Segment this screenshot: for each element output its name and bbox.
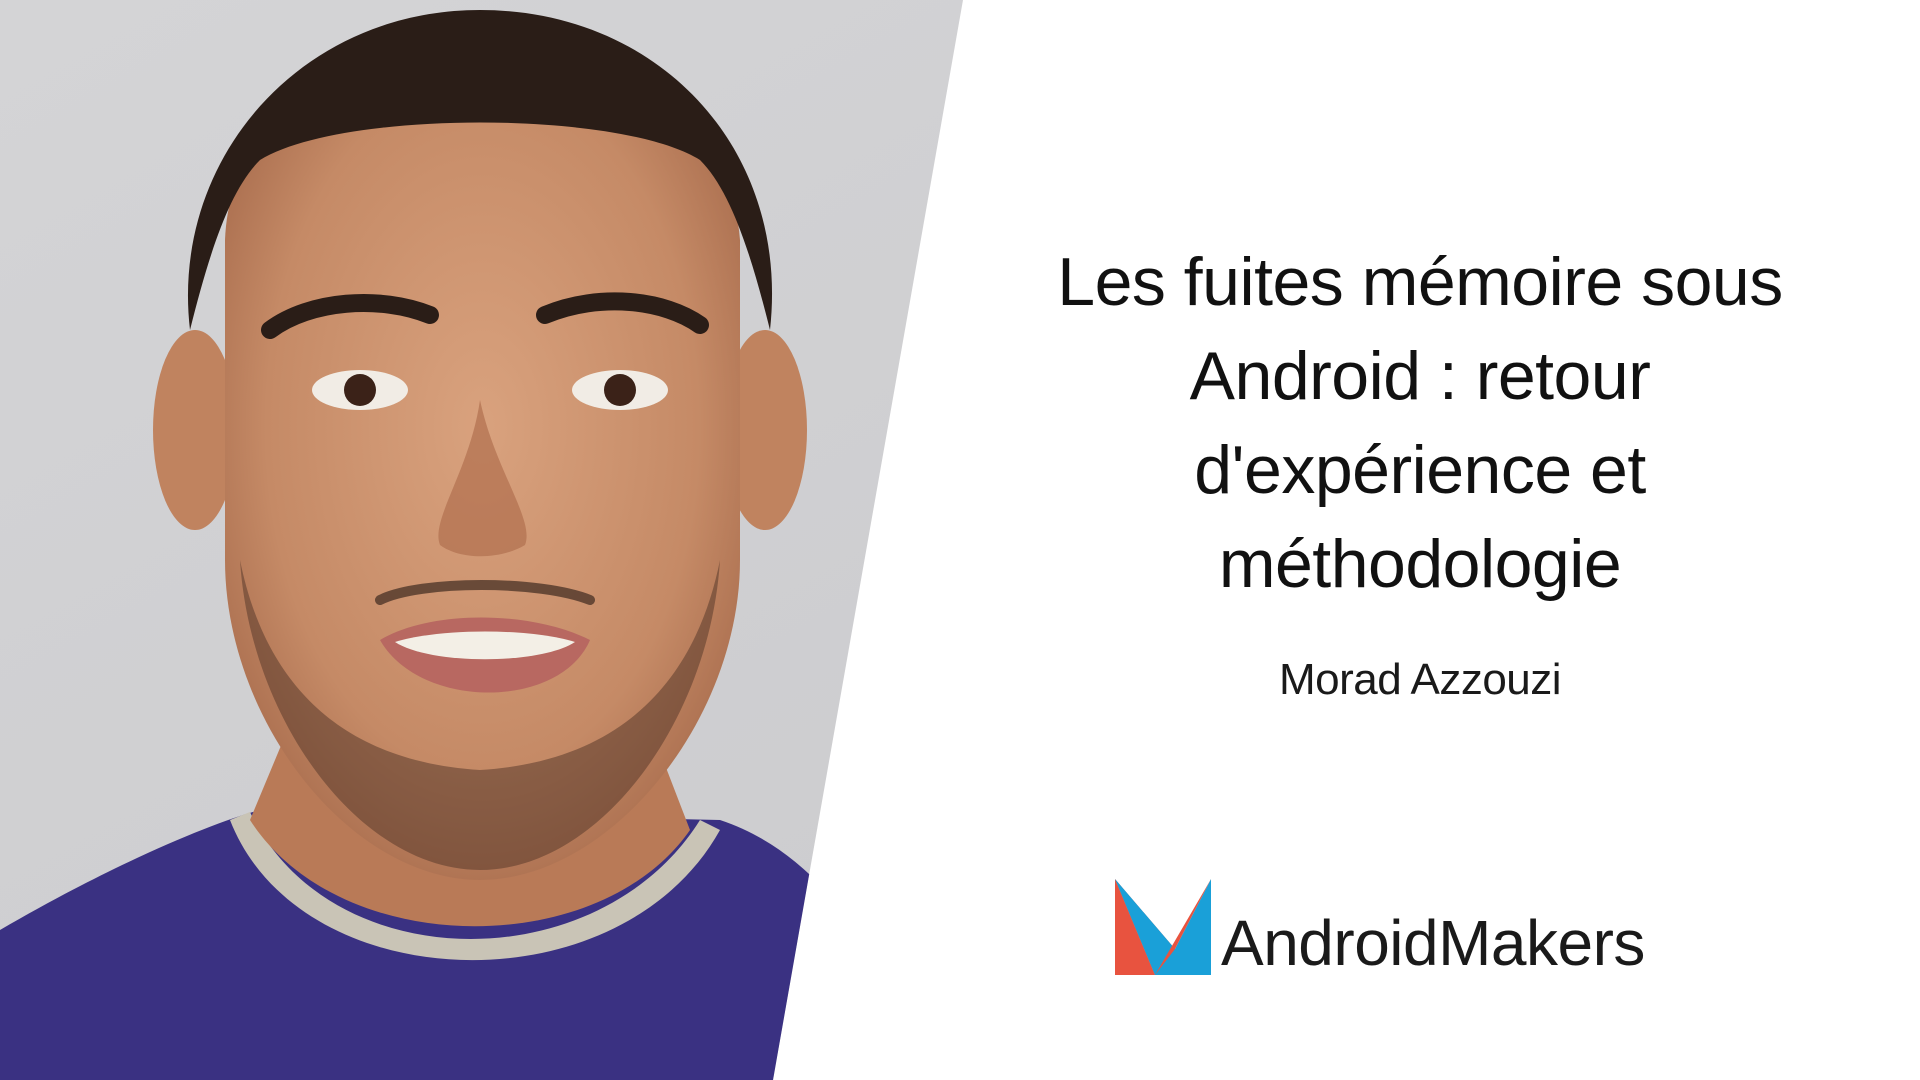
talk-title-line: méthodologie (1218, 526, 1622, 602)
talk-title-line: Les fuites mémoire sous (1057, 244, 1783, 320)
talk-title-line: Android : retour (1189, 338, 1651, 414)
talk-title: Les fuites mémoire sous Android : retour… (1000, 235, 1840, 611)
talk-title-line: d'expérience et (1194, 432, 1646, 508)
speaker-name: Morad Azzouzi (1278, 655, 1562, 704)
android-makers-logo: AndroidMakers (1115, 875, 1645, 975)
slide: Les fuites mémoire sous Android : retour… (0, 0, 1920, 1080)
android-makers-logo-text: AndroidMakers (1221, 907, 1645, 979)
android-makers-logo-icon (1115, 879, 1211, 975)
